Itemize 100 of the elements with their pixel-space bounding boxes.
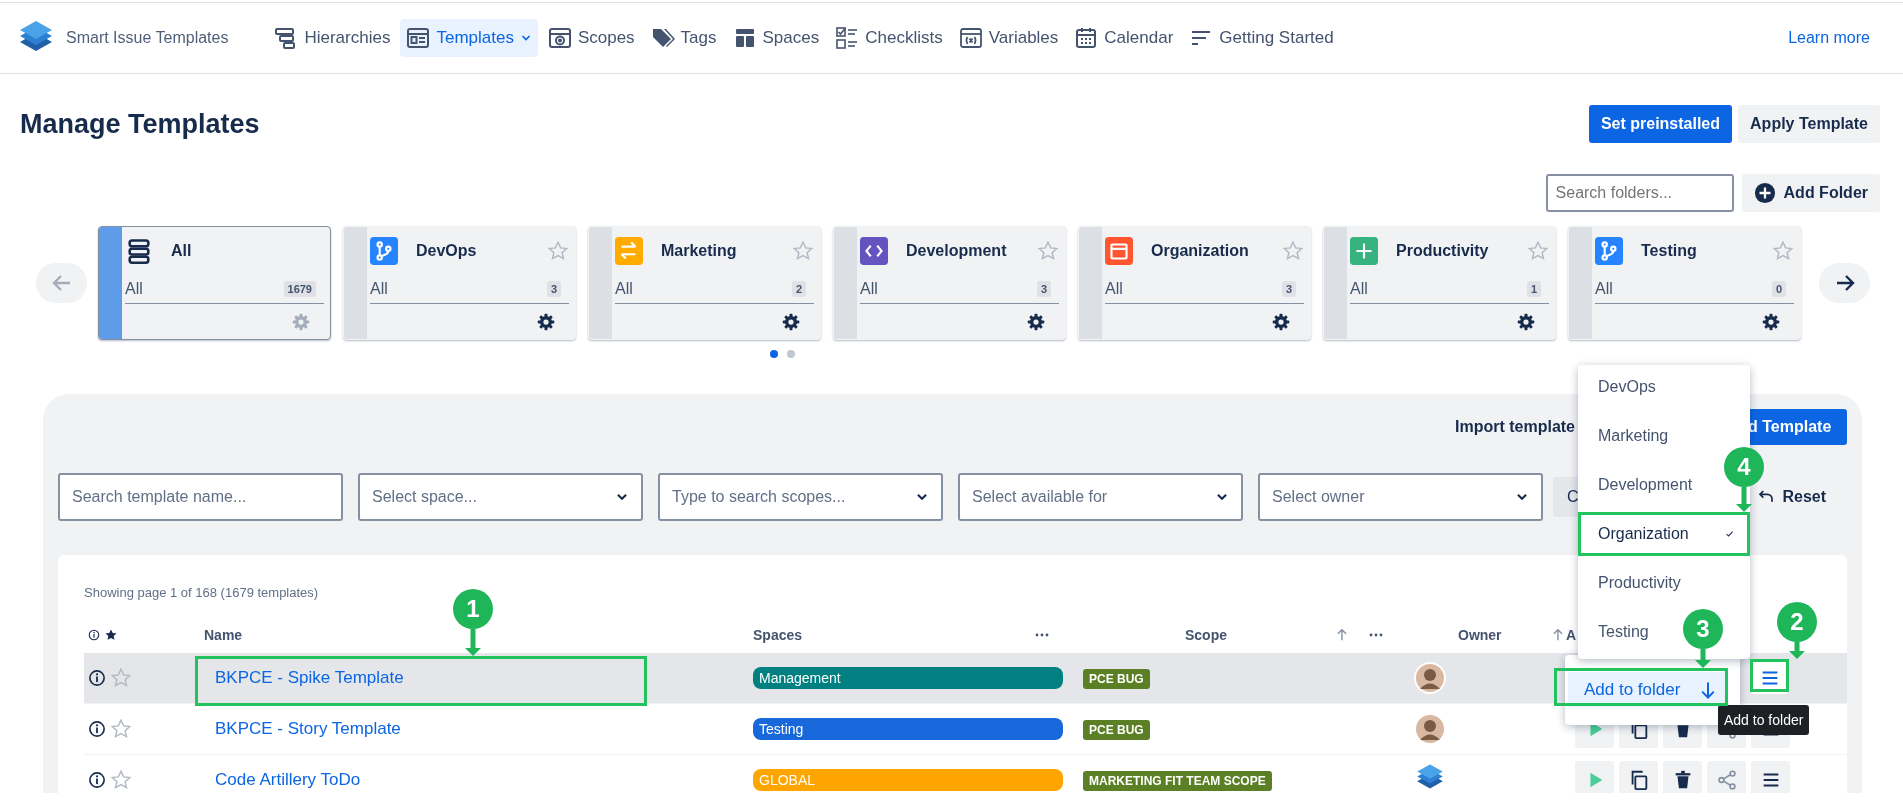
nav-tab[interactable]: Spaces xyxy=(726,19,826,57)
nav-tab[interactable]: Checklists xyxy=(829,19,949,57)
folder-filter: All xyxy=(370,280,388,298)
sort-arrow-icon[interactable] xyxy=(1551,627,1565,642)
page-dot[interactable] xyxy=(770,350,778,358)
menu-item[interactable]: Organization xyxy=(1578,512,1750,556)
star-icon[interactable] xyxy=(110,769,132,791)
gear-icon[interactable] xyxy=(1762,312,1780,331)
column-header[interactable]: A xyxy=(1566,626,1577,643)
page-summary: Showing page 1 of 168 (1679 templates) xyxy=(84,585,320,600)
apply-button[interactable]: Apply Template xyxy=(1738,105,1880,143)
star-icon[interactable] xyxy=(792,240,814,262)
column-header[interactable]: Scope xyxy=(1185,626,1227,643)
info-icon[interactable] xyxy=(88,720,106,738)
add-folder-button[interactable]: Add Folder xyxy=(1741,174,1880,212)
next-button[interactable] xyxy=(1819,263,1870,303)
star-icon[interactable] xyxy=(1772,240,1794,262)
folder-card[interactable]: Development All 3 xyxy=(833,226,1066,340)
star-icon[interactable] xyxy=(547,240,569,262)
column-header[interactable]: Spaces xyxy=(753,626,803,643)
star-icon[interactable] xyxy=(1282,240,1304,262)
menu-item[interactable]: Development xyxy=(1578,463,1709,507)
sort-arrow-icon[interactable] xyxy=(1335,627,1349,642)
select-field[interactable]: Select owner xyxy=(1258,473,1543,521)
gear-icon[interactable] xyxy=(1272,312,1290,331)
more-icon[interactable] xyxy=(1369,631,1383,638)
window-icon xyxy=(406,26,431,50)
stack-icon xyxy=(125,237,153,265)
import-template-link[interactable]: Import template xyxy=(1455,418,1575,436)
search-field[interactable]: Search template name... xyxy=(58,473,343,521)
info-icon[interactable] xyxy=(88,628,100,641)
count-badge: 3 xyxy=(1036,281,1051,297)
count-badge: 1 xyxy=(1526,281,1541,297)
learn-more-link[interactable]: Learn more xyxy=(1788,29,1870,47)
calendar-icon xyxy=(1074,26,1099,50)
count-badge: 3 xyxy=(1281,281,1296,297)
avatar xyxy=(1414,713,1446,745)
scope-tag: PCE BUG xyxy=(1083,720,1150,740)
reset-button[interactable]: Reset xyxy=(1752,487,1832,507)
gear-icon[interactable] xyxy=(1027,312,1045,331)
folder-name: All xyxy=(171,242,193,260)
star-icon[interactable] xyxy=(104,627,118,642)
folder-card[interactable]: All All 1679 xyxy=(98,226,331,340)
nav-tab[interactable]: Calendar xyxy=(1068,19,1180,57)
page-dot[interactable] xyxy=(787,350,795,358)
column-header[interactable]: Owner xyxy=(1458,626,1502,643)
more-icon[interactable] xyxy=(1035,631,1049,638)
folder-card[interactable]: Marketing All 2 xyxy=(588,226,821,340)
add-to-folder-button[interactable]: Add to folder xyxy=(1568,672,1728,707)
column-header[interactable]: Name xyxy=(204,626,243,643)
primary-button[interactable]: Set preinstalled xyxy=(1588,105,1733,143)
target-window-icon xyxy=(547,26,572,50)
nav-tab[interactable]: Scopes xyxy=(541,19,641,57)
nav-tab[interactable]: Templates xyxy=(400,19,538,57)
folder-filter: All xyxy=(1105,280,1123,298)
gear-icon[interactable] xyxy=(537,312,555,331)
down-arrow-icon xyxy=(1736,487,1752,512)
folder-filter: All xyxy=(1350,280,1368,298)
star-icon[interactable] xyxy=(110,718,132,740)
folder-card[interactable]: Productivity All 1 xyxy=(1323,226,1556,340)
table-row[interactable]: Code Artillery ToDo GLOBAL MARKETING FIT TEAM SCOPE xyxy=(84,755,1847,793)
nav-tab[interactable]: Getting Started xyxy=(1183,19,1340,57)
highlight-frame xyxy=(1750,659,1789,692)
select-field[interactable]: Type to search scopes... xyxy=(658,473,943,521)
avatar xyxy=(1414,662,1446,694)
gear-icon[interactable] xyxy=(782,312,800,331)
select-field[interactable]: Select space... xyxy=(358,473,643,521)
folder-card[interactable]: DevOps All 3 xyxy=(343,226,576,340)
select-field[interactable]: Select available for xyxy=(958,473,1243,521)
nav-tab[interactable]: Variables xyxy=(952,19,1065,57)
menu-button[interactable] xyxy=(1751,761,1790,793)
folder-name: Productivity xyxy=(1396,242,1490,260)
search-field[interactable]: Search folders... xyxy=(1545,174,1734,212)
delete-button[interactable] xyxy=(1663,761,1702,793)
menu-item[interactable]: Marketing xyxy=(1578,414,1685,458)
folder-card[interactable]: Testing All 0 xyxy=(1568,226,1801,340)
scope-tag: MARKETING FIT TEAM SCOPE xyxy=(1083,771,1272,791)
nav-tab[interactable]: Hierarchies xyxy=(268,19,397,57)
star-icon[interactable] xyxy=(110,667,132,689)
scope-tag: PCE BUG xyxy=(1083,669,1150,689)
folder-card[interactable]: Organization All 3 xyxy=(1078,226,1311,340)
count-badge: 3 xyxy=(546,281,561,297)
template-link[interactable]: BKPCE - Story Template xyxy=(215,719,401,738)
gear-icon[interactable] xyxy=(1517,312,1535,331)
folder-name: Testing xyxy=(1641,242,1698,260)
menu-item[interactable]: DevOps xyxy=(1578,365,1672,409)
checklist-icon xyxy=(835,26,860,50)
template-link[interactable]: Code Artillery ToDo xyxy=(215,770,361,789)
info-icon[interactable] xyxy=(88,771,106,789)
info-icon[interactable] xyxy=(88,669,106,687)
folder-filter: All xyxy=(1595,280,1613,298)
nav-tab[interactable]: Tags xyxy=(644,19,723,57)
menu-item[interactable]: Testing xyxy=(1578,610,1665,654)
template-link[interactable]: BKPCE - Spike Template xyxy=(215,668,404,687)
down-arrow-icon xyxy=(1695,649,1711,668)
copy-button[interactable] xyxy=(1619,761,1658,793)
menu-item[interactable]: Productivity xyxy=(1578,561,1697,605)
share-button[interactable] xyxy=(1707,761,1746,793)
star-icon[interactable] xyxy=(1527,240,1549,262)
star-icon[interactable] xyxy=(1037,240,1059,262)
